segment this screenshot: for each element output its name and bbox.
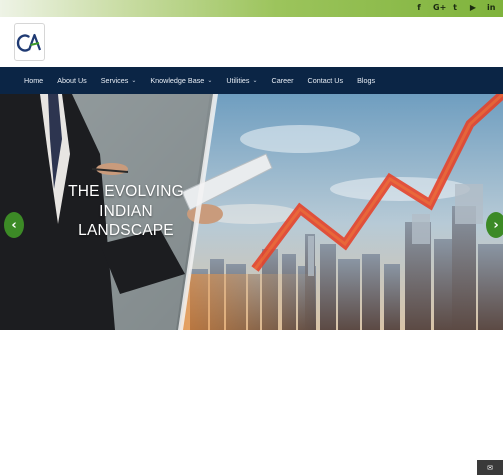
chevron-right-icon: › xyxy=(493,217,499,233)
nav-label: Career xyxy=(271,76,294,85)
chevron-left-icon: ‹ xyxy=(11,217,17,233)
ca-logo[interactable] xyxy=(14,23,45,61)
next-slide-button[interactable]: › xyxy=(486,212,503,238)
hero-title-line: THE EVOLVING xyxy=(68,183,184,200)
nav-item-services[interactable]: Services ⌄ xyxy=(101,76,137,85)
nav-label: Knowledge Base xyxy=(150,76,205,85)
nav-label: About Us xyxy=(57,76,87,85)
ca-logo-mark xyxy=(16,33,42,52)
chevron-down-icon: ⌄ xyxy=(131,77,137,84)
nav-label: Contact Us xyxy=(307,76,344,85)
mail-icon: ✉ xyxy=(487,463,493,472)
twitter-icon[interactable]: t xyxy=(451,2,459,14)
youtube-icon[interactable]: ▶ xyxy=(469,2,477,14)
nav-label: Home xyxy=(24,76,44,85)
nav-item-about-us[interactable]: About Us xyxy=(57,76,87,85)
nav-item-career[interactable]: Career xyxy=(272,76,294,85)
linkedin-icon[interactable]: in xyxy=(487,2,495,14)
hero-title-line: INDIAN xyxy=(99,202,153,220)
nav-label: Blogs xyxy=(357,76,376,85)
hero-title-line: LANDSCAPE xyxy=(78,222,174,239)
nav-item-knowledge-base[interactable]: Knowledge Base ⌄ xyxy=(150,76,212,85)
top-bar: f G+ t ▶ in xyxy=(0,0,503,17)
chevron-down-icon: ⌄ xyxy=(207,77,213,84)
site-header xyxy=(0,17,503,67)
hero-slider: THE EVOLVING INDIAN LANDSCAPE xyxy=(0,94,503,330)
message-widget[interactable]: ✉ xyxy=(477,460,503,475)
main-nav: Home About Us Services ⌄ Knowledge Base ⌄ … xyxy=(0,67,503,94)
nav-item-contact-us[interactable]: Contact Us xyxy=(308,76,344,85)
social-links: f G+ t ▶ in xyxy=(415,2,495,14)
nav-label: Utilities xyxy=(226,76,250,85)
google-plus-icon[interactable]: G+ xyxy=(433,2,446,14)
chevron-down-icon: ⌄ xyxy=(252,77,258,84)
facebook-icon[interactable]: f xyxy=(415,2,423,14)
nav-label: Services xyxy=(100,76,129,85)
nav-item-utilities[interactable]: Utilities ⌄ xyxy=(226,76,257,85)
prev-slide-button[interactable]: ‹ xyxy=(4,212,24,238)
hero-title: THE EVOLVING INDIAN LANDSCAPE xyxy=(68,182,184,241)
nav-item-blogs[interactable]: Blogs xyxy=(357,76,375,85)
nav-item-home[interactable]: Home xyxy=(24,76,43,85)
